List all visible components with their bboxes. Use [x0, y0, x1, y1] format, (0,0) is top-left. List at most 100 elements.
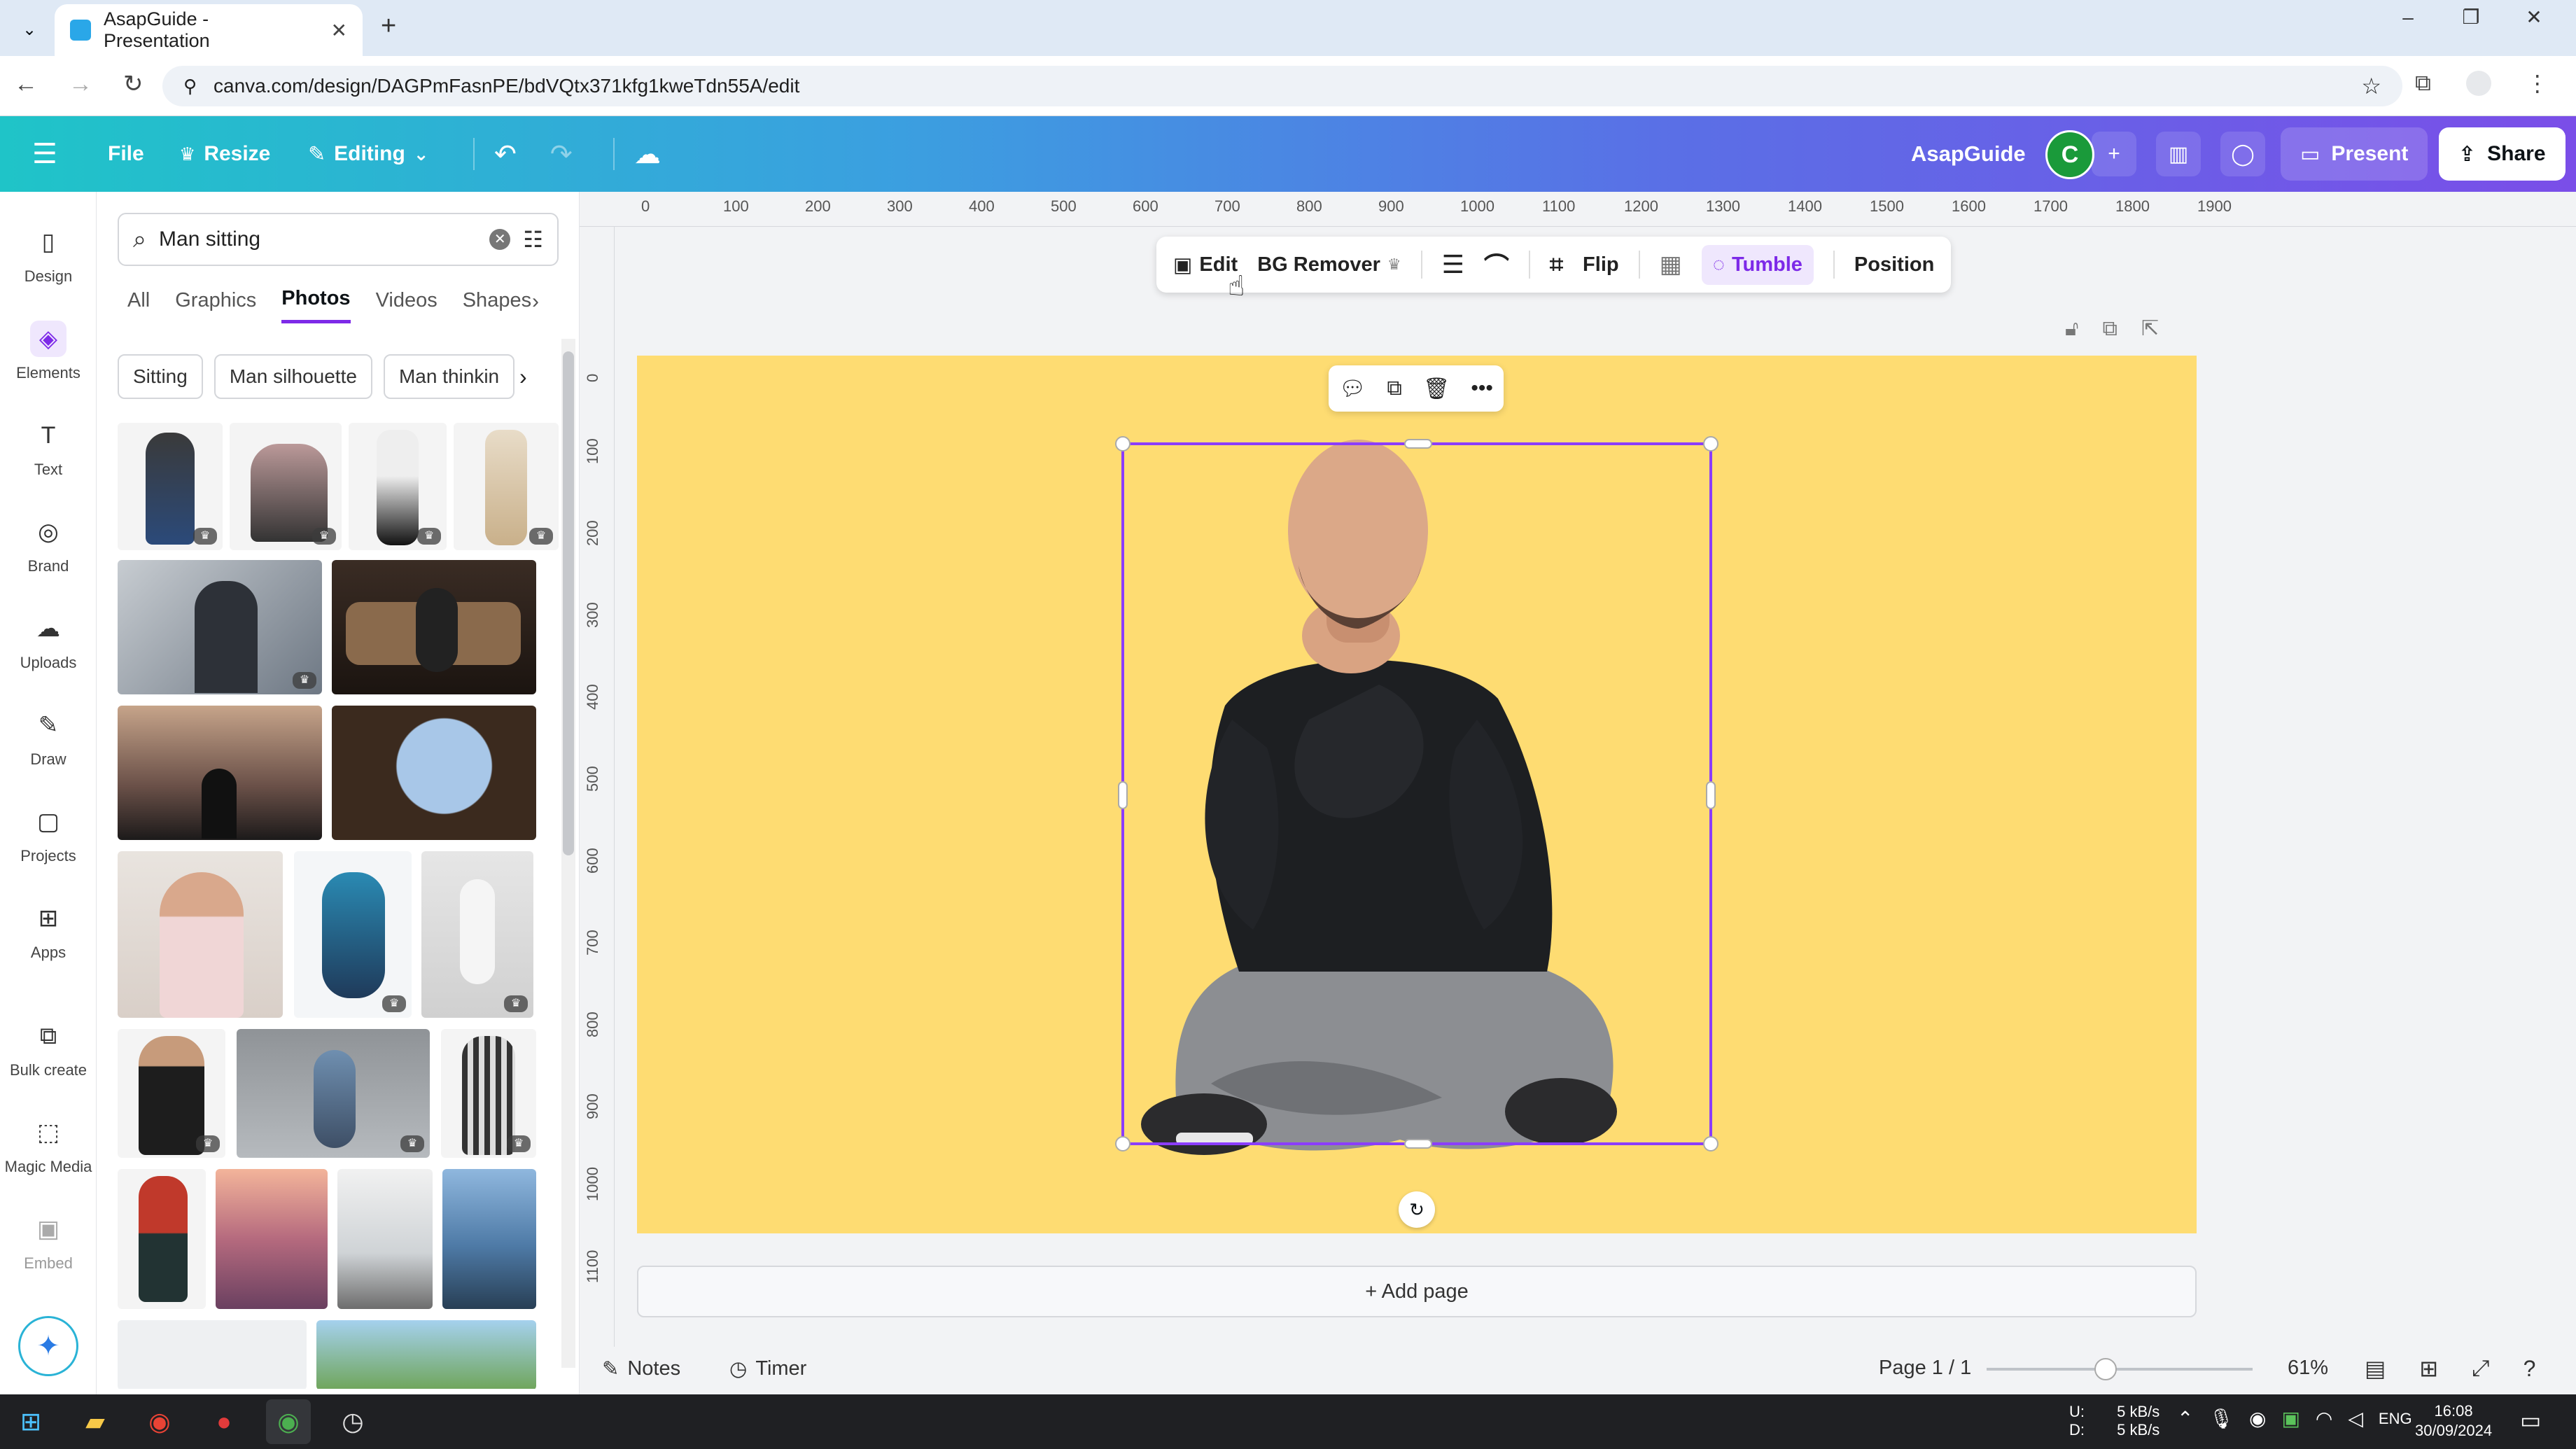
team-name[interactable]: AsapGuide	[1911, 134, 2026, 174]
photo-thumbnail[interactable]	[316, 1320, 536, 1389]
photo-thumbnail[interactable]	[118, 1320, 307, 1389]
tab-graphics[interactable]: Graphics	[175, 289, 256, 322]
photo-thumbnail[interactable]	[332, 560, 536, 694]
lock-page-icon[interactable]: 🔓︎	[2065, 317, 2078, 341]
photo-thumbnail[interactable]	[337, 1169, 433, 1309]
tumble-animation-button[interactable]: ◌ Tumble	[1701, 244, 1814, 285]
comment-add-icon[interactable]: 💬︎	[1339, 377, 1366, 401]
resize-handle-right[interactable]	[1706, 781, 1716, 809]
tab-list-chevron-icon[interactable]: ⌄	[15, 15, 43, 43]
flip-button[interactable]: Flip	[1583, 253, 1619, 276]
rotate-handle-icon[interactable]: ↻	[1399, 1191, 1435, 1228]
language-indicator[interactable]: ENG	[2379, 1410, 2412, 1428]
clear-search-icon[interactable]: ✕	[489, 229, 511, 250]
minimize-icon[interactable]: –	[2380, 6, 2436, 29]
clock[interactable]: 16:08 30/09/2024	[2415, 1401, 2492, 1441]
fullscreen-icon[interactable]: ⤢	[2472, 1355, 2490, 1382]
zoom-slider-track[interactable]	[1987, 1368, 2253, 1371]
resize-handle-bottom-left[interactable]	[1115, 1136, 1130, 1152]
border-style-icon[interactable]: ☰	[1442, 250, 1464, 279]
redo-icon[interactable]: ↷	[550, 139, 573, 170]
site-info-icon[interactable]: ⚲	[183, 76, 197, 97]
suggestion-chip[interactable]: Man thinkin	[383, 354, 515, 399]
photo-thumbnail[interactable]	[118, 706, 322, 840]
close-window-icon[interactable]: ✕	[2506, 6, 2562, 29]
clock-app-icon[interactable]: ◷	[330, 1399, 375, 1444]
magic-assistant-icon[interactable]: ✦	[18, 1316, 78, 1376]
rail-item-embed[interactable]: ▣ Embed	[0, 1200, 97, 1284]
photo-thumbnail[interactable]: ♛	[237, 1029, 430, 1158]
suggestion-chip[interactable]: Man silhouette	[214, 354, 372, 399]
close-tab-icon[interactable]: ✕	[331, 19, 347, 42]
share-button[interactable]: ⇪ Share	[2439, 127, 2566, 181]
comments-icon[interactable]: ◯	[2220, 132, 2265, 176]
add-page-icon[interactable]: ⇱	[2141, 316, 2159, 341]
cloud-save-icon[interactable]: ☁	[634, 134, 661, 174]
recorder-icon[interactable]: ●	[202, 1399, 246, 1444]
insights-chart-icon[interactable]: ▥	[2156, 132, 2201, 176]
undo-icon[interactable]: ↶	[494, 139, 517, 170]
extensions-icon[interactable]: ⧉	[2415, 70, 2431, 97]
help-icon[interactable]: ?	[2524, 1356, 2536, 1382]
add-page-button[interactable]: + Add page	[637, 1266, 2197, 1317]
present-button[interactable]: ▭ Present	[2281, 127, 2428, 181]
rail-item-projects[interactable]: ▢ Projects	[0, 792, 97, 876]
tray-chevron-icon[interactable]: ⌃	[2177, 1407, 2193, 1430]
page-indicator[interactable]: Page 1 / 1	[1879, 1357, 1971, 1380]
zoom-percentage[interactable]: 61%	[2288, 1357, 2328, 1380]
grid-view-icon[interactable]: ⊞	[2419, 1355, 2438, 1382]
bookmark-star-icon[interactable]: ☆	[2361, 73, 2381, 99]
suggestion-chip[interactable]: Sitting	[118, 354, 203, 399]
panel-scrollbar-thumb[interactable]	[563, 351, 574, 855]
photo-thumbnail[interactable]	[216, 1169, 328, 1309]
volume-icon[interactable]: ◁	[2348, 1407, 2363, 1430]
position-button[interactable]: Position	[1854, 253, 1934, 276]
resize-handle-top-right[interactable]	[1703, 436, 1718, 451]
crop-icon[interactable]: ⌗	[1550, 251, 1563, 279]
duplicate-page-icon[interactable]: ⧉	[2102, 317, 2117, 341]
add-collaborator-icon[interactable]: +	[2092, 132, 2136, 176]
back-icon[interactable]: ←	[14, 71, 38, 98]
photo-thumbnail[interactable]	[118, 1169, 206, 1309]
tray-app-icon[interactable]: ▣	[2281, 1407, 2300, 1430]
more-options-icon[interactable]: •••	[1471, 377, 1493, 400]
corner-rounding-icon[interactable]: ⌒	[1484, 246, 1509, 283]
resize-handle-top-left[interactable]	[1115, 436, 1130, 451]
rail-item-uploads[interactable]: ☁ Uploads	[0, 599, 97, 683]
chips-scroll-right-icon[interactable]: ›	[519, 364, 527, 390]
profile-icon[interactable]	[2465, 71, 2491, 96]
photo-thumbnail[interactable]	[332, 706, 536, 840]
photo-thumbnail[interactable]: ♛	[118, 423, 223, 550]
rail-item-brand[interactable]: ◎ Brand	[0, 503, 97, 587]
rail-item-elements[interactable]: ◈ Elements	[0, 309, 97, 393]
timer-button[interactable]: ◷ Timer	[729, 1357, 806, 1381]
forward-icon[interactable]: →	[69, 71, 92, 98]
resize-handle-bottom-right[interactable]	[1703, 1136, 1718, 1152]
notes-button[interactable]: ✎ Notes	[602, 1357, 680, 1381]
file-menu-button[interactable]: File	[108, 134, 144, 174]
hamburger-menu-icon[interactable]: ☰	[32, 134, 57, 174]
resize-handle-left[interactable]	[1118, 781, 1128, 809]
bg-remover-button[interactable]: BG Remover ♛	[1257, 253, 1401, 276]
photo-thumbnail[interactable]	[118, 851, 283, 1018]
resize-handle-bottom[interactable]	[1404, 1139, 1432, 1149]
tray-app-icon[interactable]: ◉	[2249, 1407, 2266, 1430]
new-tab-icon[interactable]: +	[381, 11, 396, 41]
avatar[interactable]: C	[2045, 130, 2094, 179]
rail-item-text[interactable]: T Text	[0, 406, 97, 490]
rail-item-magic-media[interactable]: ⬚ Magic Media	[0, 1103, 97, 1187]
photo-thumbnail[interactable]	[442, 1169, 536, 1309]
photo-thumbnail[interactable]: ♛	[230, 423, 342, 550]
resize-button[interactable]: ♛ Resize	[179, 134, 270, 174]
photo-thumbnail[interactable]: ♛	[118, 1029, 225, 1158]
tab-all[interactable]: All	[127, 289, 150, 322]
wifi-icon[interactable]: ◠	[2316, 1407, 2332, 1430]
selected-image-bounding-box[interactable]	[1115, 436, 1718, 1152]
photo-thumbnail[interactable]: ♛	[421, 851, 533, 1018]
browser-menu-icon[interactable]: ⋮	[2526, 70, 2549, 97]
tab-photos[interactable]: Photos	[281, 287, 351, 323]
chrome-icon[interactable]: ◉	[137, 1399, 182, 1444]
file-explorer-icon[interactable]: ▰	[73, 1399, 118, 1444]
photo-thumbnail[interactable]: ♛	[294, 851, 412, 1018]
rail-item-apps[interactable]: ⊞ Apps	[0, 889, 97, 973]
